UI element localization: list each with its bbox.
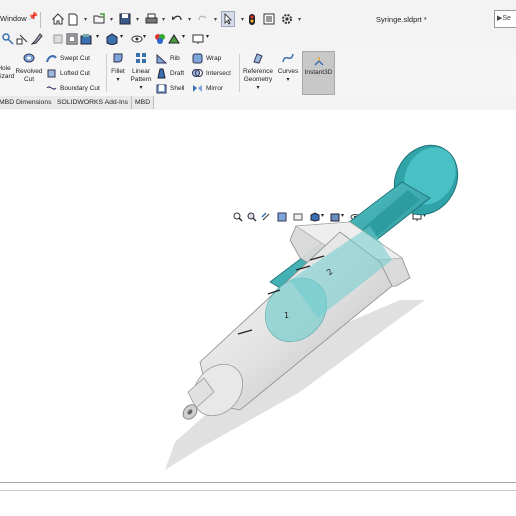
options-caret-icon[interactable]: ▾: [292, 11, 306, 27]
mirror-icon: [193, 85, 202, 92]
menu-window[interactable]: Window: [0, 14, 27, 23]
shell-button[interactable]: Shell: [156, 83, 184, 94]
file-properties-icon[interactable]: [262, 11, 276, 27]
save-caret-icon[interactable]: ▾: [130, 11, 144, 27]
wrap-label: Wrap: [206, 55, 222, 62]
hole-wizard-icon: [0, 52, 10, 64]
shell-label: Shell: [170, 85, 185, 92]
draft-icon: [157, 68, 166, 79]
revolved-cut-button[interactable]: Revolved Cut: [14, 52, 44, 84]
key-icon[interactable]: [2, 33, 16, 47]
mirror-button[interactable]: Mirror: [192, 83, 223, 94]
open-caret-icon[interactable]: ▾: [104, 11, 118, 27]
scene-icon[interactable]: [168, 33, 182, 47]
search-label: Se: [502, 15, 511, 22]
fillet-label: Fillet: [111, 68, 125, 75]
revolved-cut-icon: [23, 53, 35, 63]
draft-label: Draft: [170, 70, 185, 77]
fillet-icon: [113, 53, 123, 63]
caret-icon[interactable]: ▾: [206, 33, 220, 47]
fillet-button[interactable]: Fillet ▾: [107, 52, 129, 84]
reference-geometry-label: Reference Geometry: [243, 68, 273, 83]
linear-pattern-label: Linear Pattern: [130, 68, 152, 83]
tab-mbd[interactable]: MBD: [132, 96, 155, 109]
secondary-toolbar: ▾ ▾ ▾ ▾ ▾: [0, 30, 516, 50]
command-manager-tabs: MBD Dimensions SOLIDWORKS Add-Ins MBD: [0, 96, 516, 111]
swept-cut-icon: [46, 55, 57, 63]
command-manager-ribbon: Hole Wizard Revolved Cut Swept Cut Lofte…: [0, 50, 516, 97]
wrap-button[interactable]: Wrap: [192, 53, 221, 64]
mirror-label: Mirror: [206, 85, 223, 92]
linear-pattern-icon: [136, 53, 146, 63]
select-arrow-icon[interactable]: [221, 11, 235, 27]
boundary-cut-icon: [46, 86, 57, 90]
new-caret-icon[interactable]: ▾: [78, 11, 92, 27]
swept-cut-label: Swept Cut: [60, 55, 90, 62]
home-icon[interactable]: [51, 11, 65, 27]
separator: [40, 12, 41, 28]
lofted-cut-label: Lofted Cut: [60, 70, 90, 77]
status-bar: [0, 478, 516, 516]
reference-geometry-button[interactable]: Reference Geometry ▾: [240, 52, 276, 92]
boundary-cut-button[interactable]: Boundary Cut: [46, 83, 100, 94]
reference-geometry-icon: [253, 53, 263, 64]
graduation-label-1: 1: [284, 311, 289, 320]
instant3d-label: Instant3D: [304, 69, 333, 76]
search-input[interactable]: ▶Se: [494, 10, 516, 28]
intersect-button[interactable]: Intersect: [192, 68, 231, 79]
rebuild-icon[interactable]: [245, 11, 259, 27]
revolved-cut-label: Revolved Cut: [15, 68, 43, 83]
fillet-caret-icon[interactable]: ▾: [107, 76, 129, 84]
view-cube-icon[interactable]: [106, 33, 120, 47]
appearance-icon[interactable]: [154, 33, 168, 47]
swept-cut-button[interactable]: Swept Cut: [46, 53, 90, 64]
instant3d-icon: [313, 57, 324, 66]
graphics-area[interactable]: ▾ ▾ ▾ ▾ ▾: [0, 110, 516, 478]
wrap-icon: [192, 53, 203, 64]
offset-icon[interactable]: [66, 33, 80, 47]
curves-button[interactable]: Curves ▾: [276, 52, 300, 84]
intersect-label: Intersect: [206, 70, 231, 77]
reference-geometry-caret-icon[interactable]: ▾: [240, 84, 276, 92]
status-divider: [0, 482, 516, 483]
hole-wizard-label: Hole Wizard: [0, 65, 15, 80]
rib-label: Rib: [170, 55, 180, 62]
document-title: Syringe.sldprt *: [376, 15, 427, 24]
curves-caret-icon[interactable]: ▾: [276, 76, 300, 84]
mirror-entities-icon[interactable]: [80, 33, 94, 47]
display-icon[interactable]: [192, 33, 206, 47]
status-divider: [0, 490, 516, 491]
intersect-icon: [192, 69, 203, 77]
syringe-model[interactable]: 1 2: [0, 110, 516, 478]
convert-entities-icon[interactable]: [52, 33, 66, 47]
curves-icon: [282, 53, 294, 63]
rib-icon: [156, 53, 167, 64]
pin-icon[interactable]: 📌: [28, 12, 38, 21]
redo-caret-icon[interactable]: ▾: [208, 11, 222, 27]
hole-wizard-button[interactable]: Hole Wizard: [0, 52, 14, 81]
print-caret-icon[interactable]: ▾: [156, 11, 170, 27]
tab-solidworks-add-ins[interactable]: SOLIDWORKS Add-Ins: [54, 96, 133, 109]
sketch-icon[interactable]: [30, 33, 45, 47]
linear-pattern-button[interactable]: Linear Pattern ▾: [128, 52, 154, 92]
lofted-cut-icon: [47, 69, 56, 78]
instant3d-button[interactable]: Instant3D: [302, 51, 335, 95]
curves-label: Curves: [277, 68, 299, 75]
draft-button[interactable]: Draft: [156, 68, 184, 79]
shell-icon: [156, 84, 167, 94]
linear-pattern-caret-icon[interactable]: ▾: [128, 84, 154, 92]
smart-dimension-icon[interactable]: [16, 33, 30, 47]
boundary-cut-label: Boundary Cut: [60, 85, 100, 92]
tab-mbd-dimensions[interactable]: MBD Dimensions: [0, 96, 56, 109]
lofted-cut-button[interactable]: Lofted Cut: [46, 68, 90, 79]
undo-caret-icon[interactable]: ▾: [182, 11, 196, 27]
rib-button[interactable]: Rib: [156, 53, 180, 64]
